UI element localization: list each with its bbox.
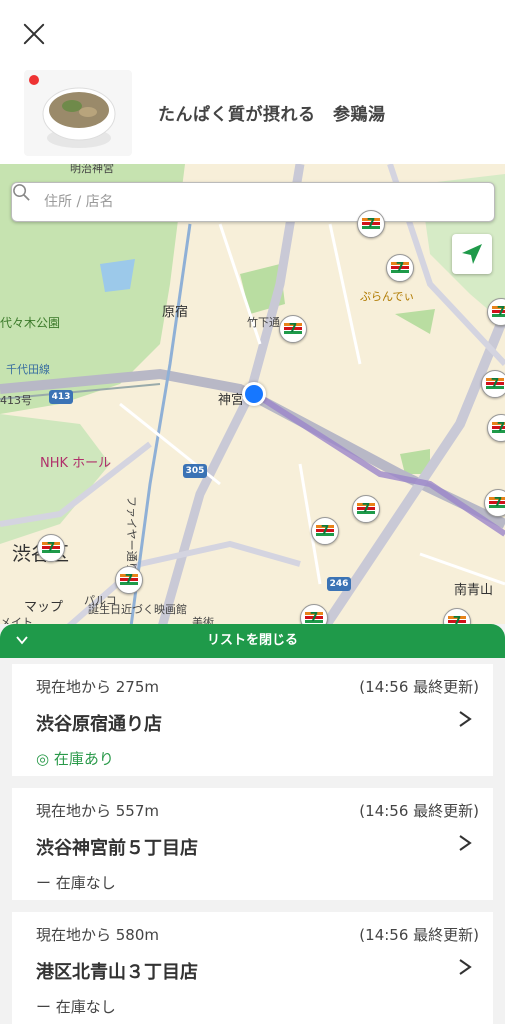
store-pin[interactable]: 7 <box>386 254 414 282</box>
map-label-yoyogi: 代々木公園 <box>0 316 61 330</box>
store-name: 港区北青山３丁目店 <box>36 962 198 983</box>
map-label-jingu: 神宮 <box>218 393 245 408</box>
route-246-shield: 246 <box>327 577 351 591</box>
product-image <box>24 70 132 156</box>
store-pin[interactable]: 7 <box>352 495 380 523</box>
store-list-sheet: リストを閉じる 現在地から 275m (14:56 最終更新) 渋谷原宿通り店 … <box>0 624 505 1024</box>
current-location-dot <box>242 382 266 406</box>
store-pin[interactable]: 7 <box>37 534 65 562</box>
store-distance: 現在地から 557m <box>36 802 160 820</box>
store-card[interactable]: 現在地から 275m (14:56 最終更新) 渋谷原宿通り店 ◎ 在庫あり <box>12 664 493 776</box>
stock-status: ー 在庫なし <box>36 998 116 1016</box>
search-icon <box>13 184 30 201</box>
map-label-takeshita: 竹下通 <box>247 316 280 329</box>
store-pin[interactable]: 7 <box>357 210 385 238</box>
store-name: 渋谷神宮前５丁目店 <box>36 838 198 859</box>
route-413-shield: 413 <box>49 390 73 404</box>
close-list-label: リストを閉じる <box>206 633 298 648</box>
stock-status: ー 在庫なし <box>36 874 116 892</box>
chevron-down-icon <box>16 636 28 645</box>
store-pin[interactable]: 7 <box>481 370 505 398</box>
store-pin[interactable]: 7 <box>311 517 339 545</box>
chevron-right-icon <box>459 835 472 851</box>
product-header: たんぱく質が摂れる 参鶏湯 <box>0 62 505 164</box>
search-input[interactable] <box>44 183 484 221</box>
map-label-puran: ぷらんでぃ <box>360 290 415 303</box>
chevron-right-icon <box>459 959 472 975</box>
route-305-shield: 305 <box>183 464 207 478</box>
top-bar <box>0 0 505 63</box>
store-distance: 現在地から 580m <box>36 926 160 944</box>
map-label-minamiaoyama: 南青山 <box>454 583 494 598</box>
map-label-bikkuri: 誕生日近づく映画館 <box>88 603 187 616</box>
map-label-route413: 413号 <box>0 394 32 407</box>
store-pin[interactable]: 7 <box>115 566 143 594</box>
map-label-harajuku: 原宿 <box>162 305 189 320</box>
store-distance: 現在地から 275m <box>36 678 160 696</box>
map-label-fire: ファイヤー通り <box>125 496 138 573</box>
store-pin[interactable]: 7 <box>279 315 307 343</box>
map-label-maps: マップ <box>24 600 64 615</box>
location-arrow-icon <box>462 244 482 264</box>
chevron-right-icon <box>459 711 472 727</box>
store-map[interactable]: 明治神宮 代々木公園 原宿 竹下通 神宮 千代田線 413号 NHK ホール 渋… <box>0 164 505 634</box>
close-icon[interactable] <box>20 20 48 48</box>
map-label-chiyoda: 千代田線 <box>6 363 50 376</box>
store-card[interactable]: 現在地から 557m (14:56 最終更新) 渋谷神宮前５丁目店 ー 在庫なし <box>12 788 493 900</box>
store-name: 渋谷原宿通り店 <box>36 714 162 735</box>
store-pin[interactable]: 7 <box>484 489 505 517</box>
stock-status: ◎ 在庫あり <box>36 750 114 768</box>
close-list-button[interactable]: リストを閉じる <box>0 624 505 658</box>
map-label-meiji: 明治神宮 <box>70 164 114 175</box>
store-updated: (14:56 最終更新) <box>359 802 479 820</box>
store-updated: (14:56 最終更新) <box>359 926 479 944</box>
locate-button[interactable] <box>452 234 492 274</box>
store-card[interactable]: 現在地から 580m (14:56 最終更新) 港区北青山３丁目店 ー 在庫なし <box>12 912 493 1024</box>
search-bar[interactable] <box>11 182 495 222</box>
product-title: たんぱく質が摂れる 参鶏湯 <box>158 105 386 125</box>
store-updated: (14:56 最終更新) <box>359 678 479 696</box>
map-label-nhk: NHK ホール <box>40 456 112 471</box>
